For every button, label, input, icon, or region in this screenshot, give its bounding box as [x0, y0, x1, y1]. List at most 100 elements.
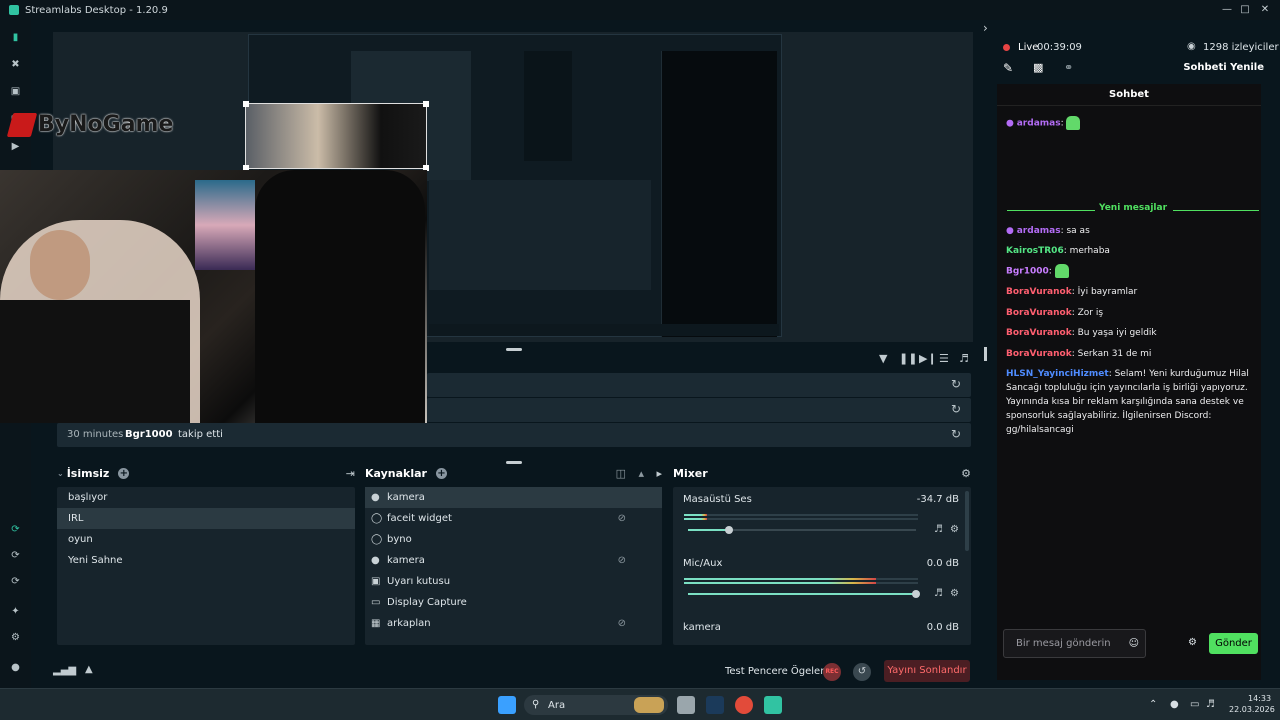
refresh-chat-button[interactable]: Sohbeti Yenile [1183, 62, 1264, 73]
add-source-icon[interactable]: + [435, 467, 447, 479]
streamlabs-taskbar-icon[interactable] [764, 696, 782, 714]
display-icon[interactable]: ▭ [1190, 699, 1199, 710]
camera-icon[interactable]: ▩ [1033, 61, 1043, 74]
close-icon[interactable]: ✕ [1256, 2, 1274, 18]
collapse-chat-icon[interactable]: › [983, 21, 988, 35]
replay-buffer-icon[interactable]: ↺ [853, 663, 871, 681]
chat-user[interactable]: HLSN_YayinciHizmet [1006, 369, 1109, 379]
queue-icon[interactable]: ☰ [939, 352, 949, 365]
mixer-scrollbar[interactable] [965, 491, 969, 551]
scene-item-selected[interactable]: IRL [57, 508, 355, 529]
add-scene-icon[interactable]: + [118, 467, 130, 479]
filter-icon[interactable]: ▼ [879, 352, 887, 365]
start-icon[interactable] [498, 696, 516, 714]
channel-settings-icon[interactable]: ⚙ [950, 524, 959, 535]
steam-icon[interactable] [706, 696, 724, 714]
channel-db: 0.0 dB [926, 622, 959, 633]
dual-output-icon[interactable]: ⟳ [9, 575, 22, 588]
source-item[interactable]: ▦ arkaplan ⊘ [365, 613, 662, 634]
notifications-icon[interactable]: ▲ [85, 664, 93, 675]
themes-icon[interactable]: ✖ [9, 58, 22, 71]
layout-icon[interactable]: ⟳ [9, 549, 22, 562]
file-explorer-icon[interactable] [677, 696, 695, 714]
speaker-icon[interactable]: ♬ [1206, 699, 1215, 710]
performance-icon[interactable]: ▂▄▆ [53, 665, 76, 676]
taskbar-search[interactable]: ⚲ Ara [524, 695, 668, 715]
channel-settings-icon[interactable]: ⚙ [950, 588, 959, 599]
person-shirt [0, 300, 190, 423]
eye-slash-icon[interactable]: ⊘ [618, 550, 626, 571]
send-button[interactable]: Gönder [1209, 633, 1258, 654]
eye-slash-icon[interactable]: ⊘ [618, 613, 626, 634]
properties-icon[interactable]: ▸ [656, 467, 662, 480]
mute-icon[interactable]: ♬ [934, 524, 943, 535]
minimize-icon[interactable]: — [1218, 2, 1236, 18]
chat-input-placeholder: Bir mesaj gönderin [1016, 638, 1111, 649]
clock-time[interactable]: 14:33 [1248, 694, 1271, 703]
chat-user[interactable]: KairosTR06 [1006, 246, 1064, 256]
chat-user[interactable]: BoraVuranok [1006, 328, 1072, 338]
record-button[interactable]: REC [823, 663, 841, 681]
resize-grip[interactable] [506, 348, 522, 351]
source-item[interactable]: ◯ faceit widget ⊘ [365, 508, 662, 529]
scene-item[interactable]: Yeni Sahne [57, 550, 355, 571]
mixer-settings-icon[interactable]: ⚙ [961, 467, 971, 480]
editor-icon[interactable]: ▮ [9, 31, 22, 44]
profile-icon[interactable]: ● [9, 661, 22, 674]
mixer-channel: kamera 0.0 dB [683, 622, 959, 633]
source-item[interactable]: ▭ Display Capture [365, 592, 662, 613]
chat-input[interactable]: Bir mesaj gönderin ☺ [1003, 629, 1146, 658]
microphone-icon[interactable]: ● [1170, 699, 1179, 710]
play-icon[interactable]: ▶ [9, 140, 22, 153]
settings-icon[interactable]: ⚙ [9, 631, 22, 644]
chat-settings-icon[interactable]: ⚙ [1188, 637, 1197, 648]
chat-user[interactable]: BoraVuranok [1006, 287, 1072, 297]
emote-picker-icon[interactable]: ☺ [1129, 638, 1139, 649]
source-item[interactable]: ● kamera ⊘ [365, 550, 662, 571]
repeat-alert-icon[interactable]: ↻ [951, 377, 961, 391]
repeat-alert-icon[interactable]: ↻ [951, 427, 961, 441]
chevron-down-icon[interactable]: ⌄ [57, 469, 64, 478]
scene-item[interactable]: oyun [57, 529, 355, 550]
chat-user[interactable]: BoraVuranok [1006, 308, 1072, 318]
mute-icon[interactable]: ♬ [934, 588, 943, 599]
source-item[interactable]: ◯ byno [365, 529, 662, 550]
volume-icon[interactable]: ♬ [959, 352, 969, 365]
camera-source-small[interactable] [243, 101, 429, 171]
volume-slider[interactable] [688, 526, 916, 534]
footer-bar: ▂▄▆ ▲ Test Pencere Ögeleri REC ↺ Yayını … [31, 658, 985, 686]
volume-slider[interactable] [688, 590, 920, 598]
scene-collection-title[interactable]: İsimsiz [67, 467, 110, 480]
eye-slash-icon[interactable]: ⊘ [618, 508, 626, 529]
tray-chevron-icon[interactable]: ⌃ [1149, 699, 1157, 710]
source-item[interactable]: ● kamera [365, 487, 662, 508]
repeat-alert-icon[interactable]: ↻ [951, 402, 961, 416]
chat-user[interactable]: Bgr1000 [1006, 267, 1049, 277]
resize-handle[interactable] [423, 101, 429, 107]
scene-item[interactable]: başlıyor [57, 487, 355, 508]
audio-meter [684, 518, 918, 520]
maximize-icon[interactable]: □ [1236, 2, 1254, 18]
test-widgets-label[interactable]: Test Pencere Ögeleri [725, 666, 827, 677]
share-icon[interactable]: ⚭ [1064, 61, 1073, 74]
source-item[interactable]: ▣ Uyarı kutusu [365, 571, 662, 592]
panel-splitter[interactable] [984, 347, 987, 361]
camera-source[interactable] [0, 170, 427, 423]
chrome-icon[interactable] [735, 696, 753, 714]
chat-text: Serkan 31 de mi [1077, 349, 1152, 359]
ai-highlighter-icon[interactable]: ✦ [9, 605, 22, 618]
clock-date[interactable]: 22.03.2026 [1229, 705, 1275, 714]
pause-icon[interactable]: ❚❚ [899, 352, 917, 365]
skip-icon[interactable]: ▶❙ [919, 352, 937, 365]
transition-icon[interactable]: ⇥ [346, 467, 355, 480]
chat-user[interactable]: ardamas [1017, 119, 1061, 129]
remove-icon[interactable]: ▴ [638, 467, 644, 480]
end-stream-button[interactable]: Yayını Sonlandır [884, 660, 970, 682]
chat-user[interactable]: BoraVuranok [1006, 349, 1072, 359]
resize-handle[interactable] [243, 101, 249, 107]
add-folder-icon[interactable]: ◫ [616, 467, 626, 480]
edit-icon[interactable]: ✎ [1003, 61, 1013, 75]
studio-mode-icon[interactable]: ⟳ [9, 523, 22, 536]
chat-user[interactable]: ardamas [1017, 226, 1061, 236]
store-icon[interactable]: ▣ [9, 85, 22, 98]
